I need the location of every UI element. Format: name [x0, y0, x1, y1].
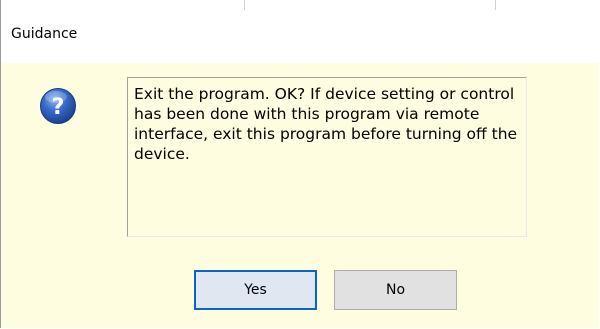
- guidance-dialog: Guidance ? Exit the program. OK? If devi…: [0, 0, 599, 328]
- title-bar[interactable]: Guidance: [1, 0, 599, 63]
- svg-text:?: ?: [52, 95, 65, 120]
- no-button[interactable]: No: [334, 270, 457, 310]
- question-icon: ?: [39, 87, 77, 125]
- background-divider: [495, 0, 496, 10]
- yes-button[interactable]: Yes: [194, 270, 317, 310]
- dialog-body: ? Exit the program. OK? If device settin…: [1, 63, 599, 328]
- background-divider: [244, 0, 245, 10]
- message-text: Exit the program. OK? If device setting …: [127, 77, 527, 237]
- window-title: Guidance: [11, 26, 78, 42]
